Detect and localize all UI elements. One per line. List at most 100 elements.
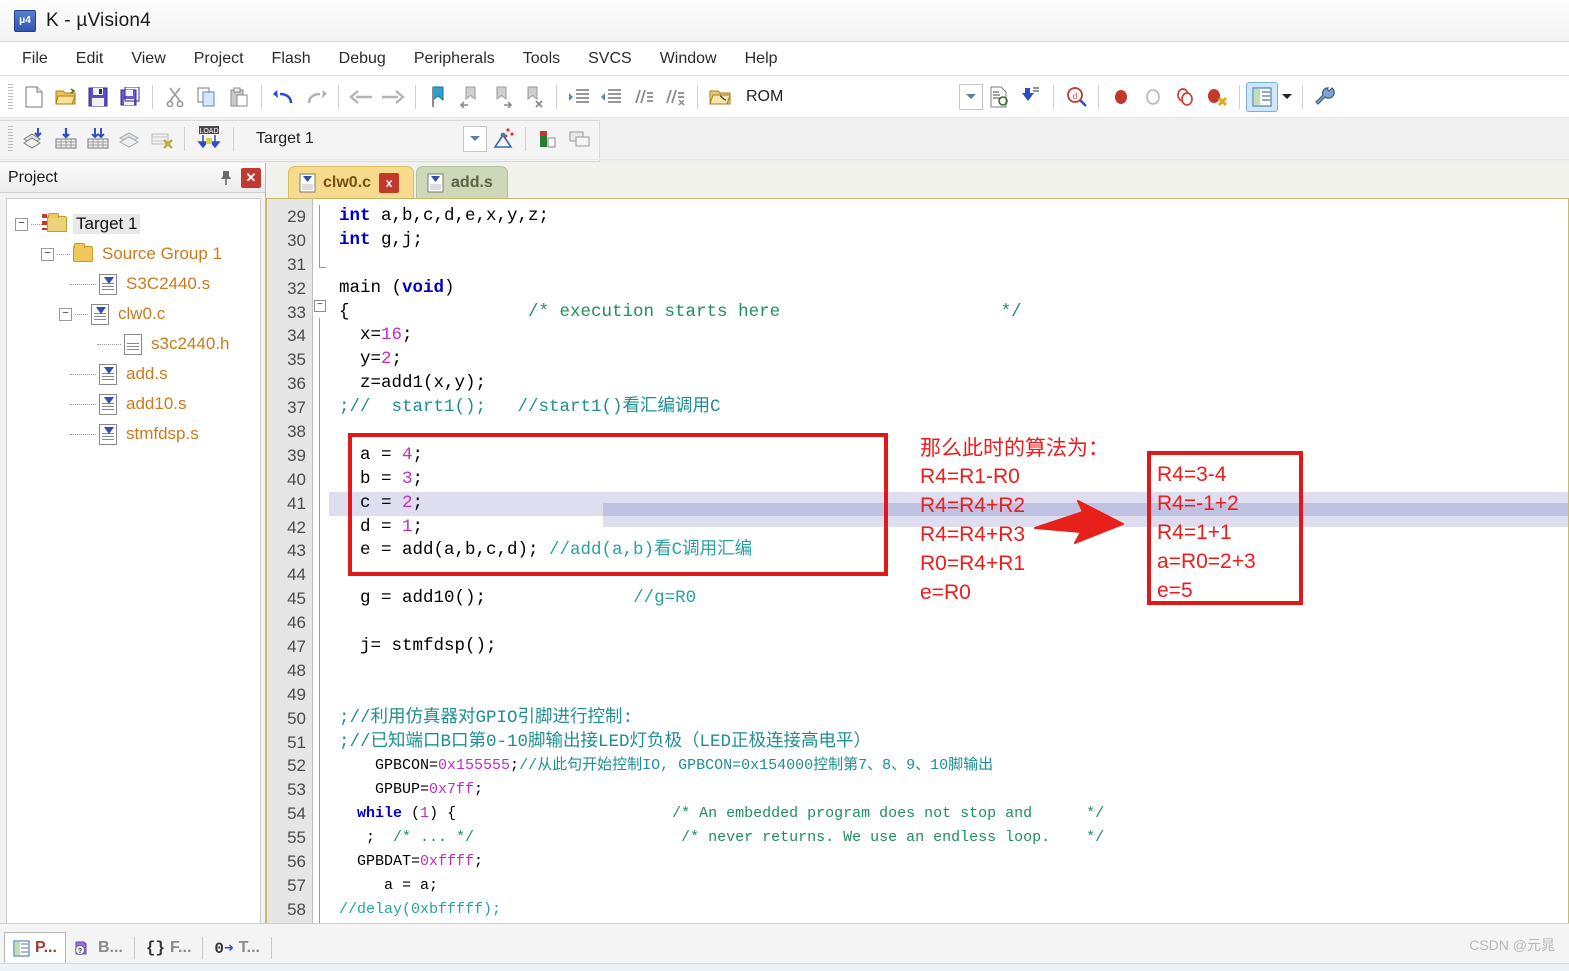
manage-components-icon[interactable]	[532, 124, 564, 154]
tree-node-clw0-c[interactable]: − clw0.c	[13, 299, 256, 329]
tree-node-label: Target 1	[73, 214, 141, 234]
goto-icon[interactable]	[1015, 82, 1047, 112]
target-options-icon[interactable]	[487, 124, 519, 154]
menu-debug[interactable]: Debug	[325, 46, 400, 72]
batch-build-icon[interactable]	[114, 124, 146, 154]
breakpoint-kill-all-icon[interactable]	[1201, 82, 1233, 112]
watermark: CSDN @元晁	[1469, 937, 1555, 953]
undo-icon[interactable]	[268, 82, 300, 112]
bottom-tab-project[interactable]: P...	[4, 931, 66, 964]
status-line	[0, 963, 1569, 971]
close-tab-icon[interactable]: x	[379, 172, 400, 193]
tree-node-s3c2440-h[interactable]: s3c2440.h	[13, 329, 256, 359]
combo-dropdown-icon[interactable]	[959, 83, 984, 110]
navigate-back-icon[interactable]	[345, 82, 377, 112]
paste-icon[interactable]	[223, 82, 255, 112]
tree-node-source-group-1[interactable]: − Source Group 1	[13, 239, 256, 269]
toolbar-grip[interactable]	[8, 83, 13, 110]
code-line: ; /* ... */ /* never returns. We use an …	[339, 829, 1105, 847]
menu-edit[interactable]: Edit	[62, 46, 118, 72]
comment-icon[interactable]	[627, 82, 659, 112]
outdent-icon[interactable]	[595, 82, 627, 112]
menu-flash[interactable]: Flash	[258, 46, 325, 72]
dropdown-arrow-icon[interactable]	[1278, 82, 1296, 112]
project-tree[interactable]: − Target 1 − Source Group 1 S3C2440.s − …	[6, 198, 261, 969]
editor-tab-add-s[interactable]: add.s	[416, 166, 508, 198]
toolbar-grip[interactable]	[8, 125, 13, 152]
asm-file-icon	[427, 173, 444, 193]
breakpoint-insert-icon[interactable]	[1105, 82, 1137, 112]
line-number: 51	[287, 732, 306, 752]
uncomment-icon[interactable]	[659, 82, 691, 112]
tree-node-add-s[interactable]: add.s	[13, 359, 256, 389]
expander-icon[interactable]: −	[15, 217, 28, 231]
menu-file[interactable]: File	[8, 46, 62, 72]
menu-project[interactable]: Project	[180, 46, 258, 72]
chevron-down-icon[interactable]	[463, 125, 487, 152]
menu-view[interactable]: View	[117, 46, 179, 72]
line-number: 43	[287, 541, 306, 561]
file-find-icon[interactable]	[983, 82, 1015, 112]
tree-node-label: stmfdsp.s	[126, 424, 199, 443]
close-icon[interactable]: ✕	[241, 167, 261, 188]
translate-icon[interactable]	[18, 124, 50, 154]
breakpoint-disable-icon[interactable]	[1137, 82, 1169, 112]
menu-peripherals[interactable]: Peripherals	[400, 46, 509, 72]
magnify-debug-icon[interactable]: d	[1060, 82, 1092, 112]
open-file-icon[interactable]	[50, 82, 82, 112]
code-line: ;//利用仿真器对GPIO引脚进行控制:	[339, 707, 634, 728]
bottom-tab-templates[interactable]: 0➜ T...	[206, 932, 268, 964]
save-all-icon[interactable]	[114, 82, 146, 112]
cut-icon[interactable]	[159, 82, 191, 112]
download-icon[interactable]: LOAD	[191, 124, 227, 154]
editor-tab-clw0-c[interactable]: clw0.c x	[288, 166, 415, 198]
bottom-tab-books[interactable]: ? B...	[66, 932, 131, 964]
multi-project-icon[interactable]	[564, 124, 596, 154]
line-number: 41	[287, 493, 306, 513]
target-selector[interactable]: Target 1	[248, 125, 463, 153]
tree-node-stmfdsp-s[interactable]: stmfdsp.s	[13, 419, 256, 449]
project-panel-header: Project ✕	[0, 163, 265, 193]
line-number: 53	[287, 780, 306, 800]
expander-icon[interactable]: −	[41, 247, 54, 261]
code-line: j= stmfdsp();	[339, 636, 497, 657]
save-icon[interactable]	[82, 82, 114, 112]
tree-node-s3c2440-s[interactable]: S3C2440.s	[13, 269, 256, 299]
menu-window[interactable]: Window	[646, 46, 731, 72]
window-layout-icon[interactable]	[1246, 81, 1279, 112]
code-text[interactable]: int a,b,c,d,e,x,y,z; int g,j; main (void…	[329, 199, 1568, 945]
code-line: main (void)	[339, 277, 455, 298]
tree-node-target-1[interactable]: − Target 1	[13, 209, 256, 239]
stop-build-icon[interactable]	[146, 124, 178, 154]
bookmark-prev-icon[interactable]	[454, 82, 486, 112]
bookmark-next-icon[interactable]	[486, 82, 518, 112]
code-editor[interactable]: 29 30 31 32 33 34 35 36 37 38 39 40 41 4…	[266, 199, 1569, 945]
rebuild-icon[interactable]	[82, 124, 114, 154]
indent-icon[interactable]	[563, 82, 595, 112]
c-file-icon	[299, 173, 316, 193]
bottom-tab-functions[interactable]: {} F...	[138, 932, 200, 964]
menu-svcs[interactable]: SVCS	[574, 46, 646, 72]
breakpoint-disable-all-icon[interactable]	[1169, 82, 1201, 112]
fold-toggle-icon[interactable]: −	[314, 300, 326, 312]
redo-icon[interactable]	[300, 82, 332, 112]
code-line: while (1) { /* An embedded program does …	[357, 805, 1105, 823]
configure-icon[interactable]	[1309, 82, 1341, 112]
menu-help[interactable]: Help	[731, 46, 792, 72]
code-line: a = 4;	[339, 444, 424, 465]
line-number: 29	[287, 207, 306, 226]
menu-tools[interactable]: Tools	[509, 46, 574, 72]
bookmark-clear-icon[interactable]	[518, 82, 550, 112]
build-icon[interactable]	[50, 124, 82, 154]
code-folding-column[interactable]: −	[313, 199, 329, 945]
tree-node-add10-s[interactable]: add10.s	[13, 389, 256, 419]
tree-node-label: add10.s	[126, 394, 187, 413]
copy-icon[interactable]	[191, 82, 223, 112]
bookmark-toggle-icon[interactable]	[422, 82, 454, 112]
open-project-icon[interactable]	[704, 82, 736, 112]
pin-icon[interactable]	[215, 167, 237, 189]
new-file-icon[interactable]	[18, 82, 50, 112]
navigate-forward-icon[interactable]	[377, 82, 409, 112]
expander-icon[interactable]: −	[59, 307, 72, 321]
